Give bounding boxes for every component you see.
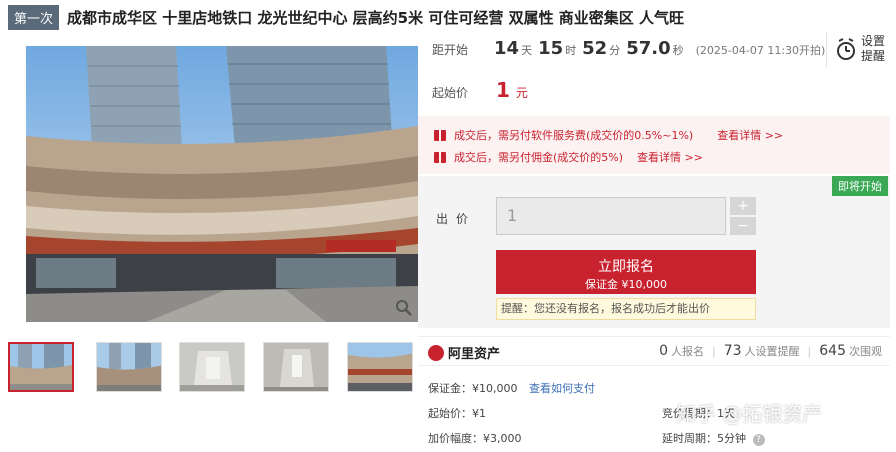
countdown-minutes-unit: 分	[609, 44, 621, 57]
alarm-clock-icon	[835, 38, 857, 66]
set-reminder-label: 设置 提醒	[861, 34, 885, 64]
bid-panel: 即将开始 出价 1 + − 立即报名 保证金 ¥10,000 提醒：您还没有报名…	[418, 176, 890, 328]
reminder-count: 73	[723, 343, 742, 359]
countdown-hours: 15	[538, 38, 564, 59]
bid-decrease-button[interactable]: −	[730, 217, 756, 235]
view-count-label: 次围观	[849, 345, 882, 358]
thumbnail-3[interactable]	[179, 342, 245, 392]
thumbnail-1[interactable]	[8, 342, 74, 392]
countdown: 距开始 14 天 15 时 52 分 57.0 秒 (2025-04-07 11…	[432, 38, 825, 68]
start-price-info: 起始价：¥1	[428, 407, 486, 420]
software-fee-text: 成交后，需另付软件服务费(成交价的0.5%~1%)	[454, 129, 694, 142]
thumbnail-2[interactable]	[96, 342, 162, 392]
commission-fee-line: 成交后，需另付佣金(成交价的5%) 查看详情 >>	[434, 149, 703, 165]
countdown-hours-unit: 时	[565, 44, 577, 57]
software-fee-line: 成交后，需另付软件服务费(成交价的0.5%~1%) 查看详情 >>	[434, 127, 783, 143]
building-photo	[26, 46, 418, 322]
start-price: 起始价 1 元	[432, 78, 528, 102]
commission-fee-text: 成交后，需另付佣金(成交价的5%)	[454, 151, 624, 164]
reminder-line-1: 设置	[861, 34, 886, 48]
auction-start-time: (2025-04-07 11:30开拍)	[695, 44, 826, 57]
start-price-unit: 元	[515, 86, 528, 100]
reminder-count-label: 人设置提醒	[744, 345, 800, 358]
signup-count: 0	[659, 343, 668, 359]
set-reminder-button[interactable]: 设置 提醒	[826, 32, 888, 68]
zoom-icon[interactable]	[394, 298, 414, 318]
title-bar: 第一次 成都市成华区 十里店地铁口 龙光世纪中心 层高约5米 可住可经营 双属性…	[0, 0, 896, 34]
reminder-line-2: 提醒	[861, 49, 886, 63]
signup-count-label: 人报名	[671, 345, 704, 358]
help-icon[interactable]: ?	[752, 434, 765, 446]
signup-label: 立即报名	[598, 259, 654, 275]
page-title: 成都市成华区 十里店地铁口 龙光世纪中心 层高约5米 可住可经营 双属性 商业密…	[67, 8, 685, 27]
ali-logo-icon	[428, 344, 444, 361]
start-price-value: 1	[496, 78, 510, 102]
increment-info: 加价幅度：¥3,000	[428, 432, 522, 445]
gift-icon	[434, 129, 446, 141]
countdown-minutes: 52	[582, 38, 608, 59]
deposit-text: 保证金：¥10,000	[428, 382, 518, 395]
deposit-label: 保证金 ¥10,000	[585, 278, 667, 291]
auction-round-badge: 第一次	[8, 4, 60, 30]
main-photo[interactable]	[26, 46, 418, 322]
status-badge: 即将开始	[832, 176, 888, 196]
watermark: 知乎 @拓银资产	[676, 402, 823, 426]
signup-button[interactable]: 立即报名 保证金 ¥10,000	[496, 250, 756, 294]
platform-row: 阿里资产 0 人报名 | 73 人设置提醒 | 645 次围观	[418, 336, 890, 366]
bid-label: 出价	[436, 212, 477, 226]
signup-hint: 提醒：您还没有报名，报名成功后才能出价	[496, 298, 756, 320]
countdown-days: 14	[494, 38, 520, 59]
software-fee-details-link[interactable]: 查看详情 >>	[717, 127, 783, 143]
delay-cycle-text: 延时周期：5分钟	[662, 432, 746, 445]
start-price-label: 起始价	[432, 86, 469, 100]
commission-details-link[interactable]: 查看详情 >>	[637, 149, 703, 165]
countdown-label: 距开始	[432, 43, 469, 57]
platform-logo: 阿里资产	[428, 343, 500, 362]
auction-stats: 0 人报名 | 73 人设置提醒 | 645 次围观	[659, 343, 882, 359]
fee-notice: 成交后，需另付软件服务费(成交价的0.5%~1%) 查看详情 >> 成交后，需另…	[418, 116, 890, 174]
how-to-pay-link[interactable]: 查看如何支付	[529, 382, 595, 395]
countdown-seconds: 57.0	[626, 38, 671, 59]
deposit-info: 保证金：¥10,000 查看如何支付	[428, 380, 595, 396]
bid-increase-button[interactable]: +	[730, 197, 756, 215]
view-count: 645	[819, 343, 846, 359]
thumbnail-strip	[8, 342, 418, 394]
thumbnail-5[interactable]	[347, 342, 413, 392]
gift-icon	[434, 151, 446, 163]
countdown-seconds-unit: 秒	[672, 44, 684, 57]
platform-name: 阿里资产	[448, 347, 501, 362]
bid-amount-input[interactable]: 1	[496, 197, 726, 235]
thumbnail-4[interactable]	[263, 342, 329, 392]
delay-cycle-info: 延时周期：5分钟 ?	[662, 430, 765, 446]
countdown-days-unit: 天	[521, 44, 533, 57]
